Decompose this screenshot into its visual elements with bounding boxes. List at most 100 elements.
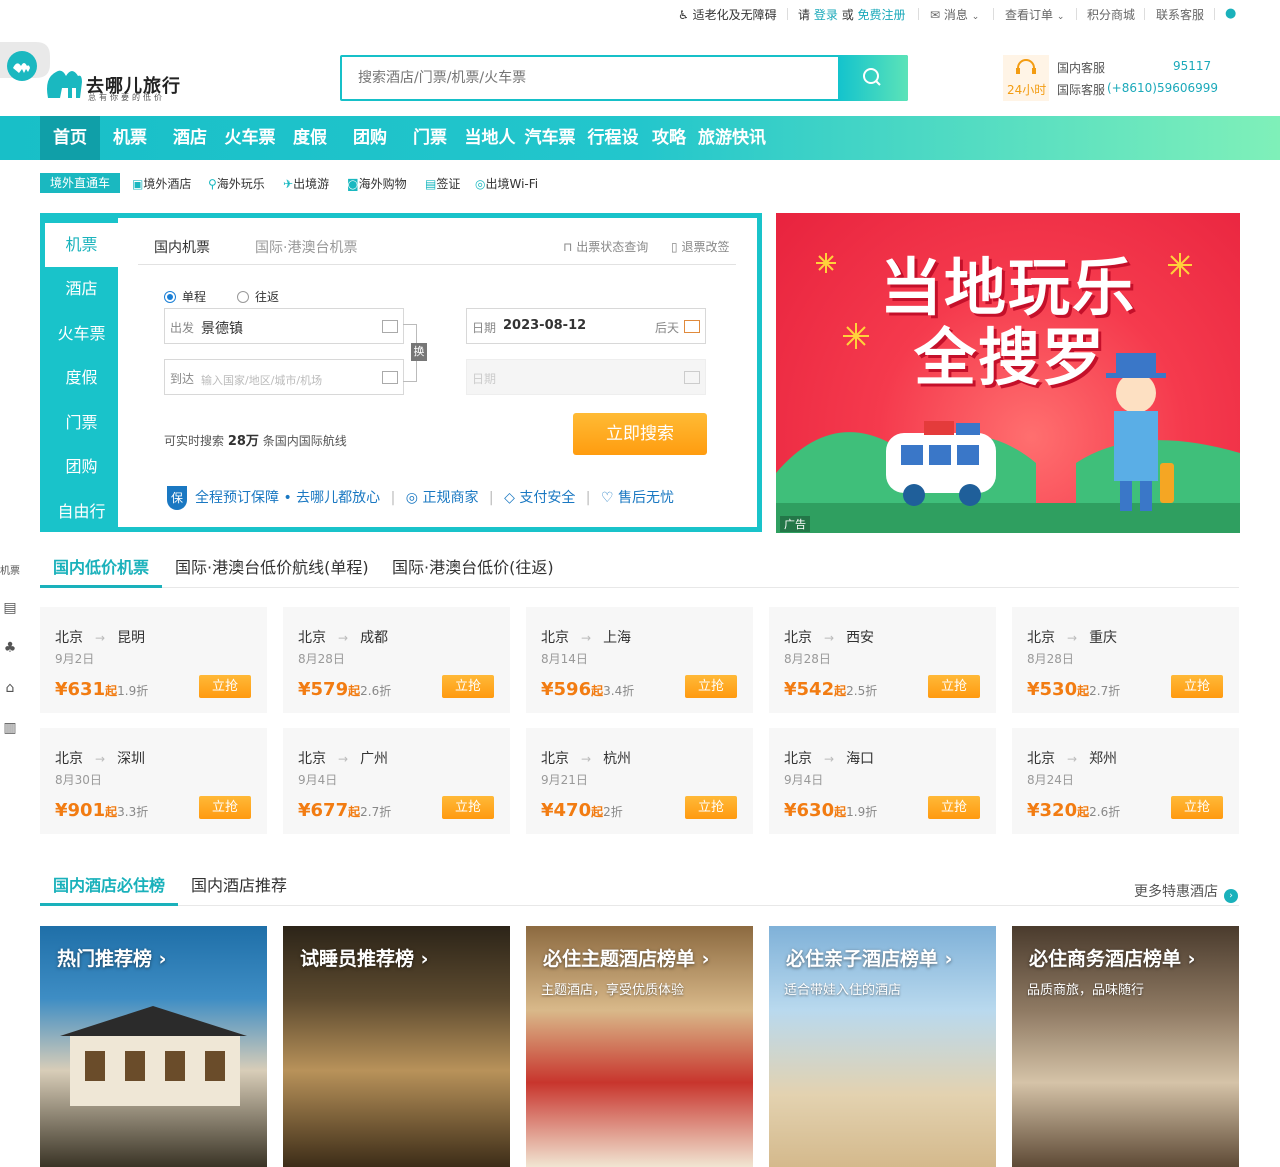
deal-card[interactable]: 北京 → 海口 9月4日 ¥630起1.9折 立抢 <box>769 728 996 834</box>
flight-search-button[interactable]: 立即搜索 <box>573 413 707 455</box>
nav-hotels[interactable]: 酒店 <box>160 116 220 160</box>
book-icon[interactable]: ▥ <box>0 720 20 736</box>
round-trip-radio[interactable]: 往返 <box>237 288 279 305</box>
contact-link[interactable]: 联系客服 <box>1156 6 1204 23</box>
booking-guarantee: 保全程预订保障 • 去哪儿都放心 | ◎ 正规商家 | ◇ 支付安全 | ♡ 售… <box>167 486 674 510</box>
grab-deal-button[interactable]: 立抢 <box>199 675 251 698</box>
grab-deal-button[interactable]: 立抢 <box>442 796 494 819</box>
nav-guides[interactable]: 攻略 <box>646 116 692 160</box>
tab-recommended-hotels[interactable]: 国内酒店推荐 <box>178 874 300 906</box>
grab-deal-button[interactable]: 立抢 <box>685 675 737 698</box>
booking-tab-flights[interactable]: 机票 <box>45 223 118 267</box>
deal-card[interactable]: 北京 → 西安 8月28日 ¥542起2.5折 立抢 <box>769 607 996 713</box>
one-way-radio[interactable]: 单程 <box>164 288 206 305</box>
accessibility-link[interactable]: ♿ 适老化及无障碍 <box>678 6 777 23</box>
palm-tree-icon[interactable]: ♣ <box>0 640 20 656</box>
deal-card[interactable]: 北京 → 上海 8月14日 ¥596起3.4折 立抢 <box>526 607 753 713</box>
hotel-list-family[interactable]: 必住亲子酒店榜单 › 适合带娃入住的酒店 <box>769 926 996 1167</box>
depart-date-field[interactable]: 日期 2023-08-12 后天 <box>466 308 706 344</box>
deal-from: 北京 <box>1027 751 1055 767</box>
deal-discount: 3.3折 <box>117 805 149 819</box>
hotel-list-business[interactable]: 必住商务酒店榜单 › 品质商旅，品味随行 <box>1012 926 1239 1167</box>
deal-card[interactable]: 北京 → 昆明 9月2日 ¥631起1.9折 立抢 <box>40 607 267 713</box>
points-mall-link[interactable]: 积分商城 <box>1087 6 1135 23</box>
more-hotels-link[interactable]: 更多特惠酒店 › <box>1134 881 1238 903</box>
nav-itinerary[interactable]: 行程设计 <box>580 116 646 192</box>
nav-tickets[interactable]: 门票 <box>400 116 460 160</box>
tab-must-stay-hotels[interactable]: 国内酒店必住榜 <box>40 874 179 906</box>
refund-link[interactable]: ▯ 退票改签 <box>671 238 729 255</box>
deal-price: ¥320起2.6折 <box>1027 800 1121 821</box>
grab-deal-button[interactable]: 立抢 <box>442 675 494 698</box>
grab-deal-button[interactable]: 立抢 <box>1171 796 1223 819</box>
nav-flights[interactable]: 机票 <box>100 116 160 160</box>
nav-group-buy[interactable]: 团购 <box>340 116 400 160</box>
deal-card[interactable]: 北京 → 深圳 8月30日 ¥901起3.3折 立抢 <box>40 728 267 834</box>
chevron-down-icon: ⌄ <box>971 12 980 22</box>
ticket-status-link[interactable]: ⊓ 出票状态查询 <box>563 238 648 255</box>
nav-travel-news[interactable]: 旅游快讯 <box>692 116 772 160</box>
hotel-list-popular[interactable]: 热门推荐榜 › <box>40 926 267 1167</box>
subnav-overseas-fun[interactable]: ⚲海外玩乐 <box>208 175 265 192</box>
nav-trains[interactable]: 火车票 <box>220 116 280 160</box>
tab-domestic-deals[interactable]: 国内低价机票 <box>40 556 163 588</box>
messages-menu[interactable]: ✉ 消息 ⌄ <box>930 6 979 23</box>
deal-card[interactable]: 北京 → 广州 9月4日 ¥677起2.7折 立抢 <box>283 728 510 834</box>
person-icon: ⚲ <box>208 177 217 191</box>
hotel-list-icon[interactable]: ▤ <box>0 600 20 616</box>
tab-intl-roundtrip-deals[interactable]: 国际·港澳台低价(往返) <box>379 556 567 588</box>
deal-card[interactable]: 北京 → 杭州 9月21日 ¥470起2折 立抢 <box>526 728 753 834</box>
arrival-field[interactable]: 到达 输入国家/地区/城市/机场 <box>164 359 404 395</box>
heart-icon: ♡ <box>600 490 614 506</box>
return-date-field[interactable]: 日期 <box>466 359 706 395</box>
deal-card[interactable]: 北京 → 重庆 8月28日 ¥530起2.7折 立抢 <box>1012 607 1239 713</box>
booking-tab-tickets[interactable]: 门票 <box>45 401 118 445</box>
city-list-icon[interactable] <box>382 320 398 333</box>
booking-tab-group-buy[interactable]: 团购 <box>45 445 118 489</box>
deal-date: 9月2日 <box>55 652 95 666</box>
grab-deal-button[interactable]: 立抢 <box>928 675 980 698</box>
city-list-icon[interactable] <box>382 371 398 384</box>
booking-tab-free-travel[interactable]: 自由行 <box>45 490 118 534</box>
departure-field[interactable]: 出发 景德镇 <box>164 308 404 344</box>
hotel-list-tester[interactable]: 试睡员推荐榜 › <box>283 926 510 1167</box>
hotel-list-theme[interactable]: 必住主题酒店榜单 › 主题酒店，享受优质体验 <box>526 926 753 1167</box>
booking-tab-trains[interactable]: 火车票 <box>45 312 118 356</box>
deal-card[interactable]: 北京 → 郑州 8月24日 ¥320起2.6折 立抢 <box>1012 728 1239 834</box>
passport-icon: ▤ <box>425 177 437 191</box>
subnav-visa[interactable]: ▤签证 <box>425 175 460 192</box>
tab-intl-oneway-deals[interactable]: 国际·港澳台低价航线(单程) <box>162 556 382 588</box>
nav-home[interactable]: 首页 <box>40 116 100 160</box>
booking-tab-hotels[interactable]: 酒店 <box>45 267 118 311</box>
nav-bus[interactable]: 汽车票 <box>520 116 580 160</box>
promo-banner[interactable]: 当地玩乐 全搜罗 广告 <box>776 213 1240 533</box>
sidebar-flight[interactable]: 机票 <box>0 562 20 577</box>
subnav-outbound-tours[interactable]: ✈出境游 <box>283 175 329 192</box>
deals-tabs: 国内低价机票 国际·港澳台低价航线(单程) 国际·港澳台低价(往返) <box>40 556 1239 588</box>
subnav-wifi[interactable]: ◎出境Wi-Fi <box>475 175 538 192</box>
grab-deal-button[interactable]: 立抢 <box>928 796 980 819</box>
booking-tab-vacation[interactable]: 度假 <box>45 356 118 400</box>
search-button[interactable] <box>838 55 908 101</box>
top-bar: ♿ 适老化及无障碍 请 登录 或 免费注册 ✉ 消息 ⌄ 查看订单 ⌄ 积分商城… <box>0 0 1280 28</box>
deal-card[interactable]: 北京 → 成都 8月28日 ¥579起2.6折 立抢 <box>283 607 510 713</box>
lock-icon: ⊓ <box>563 240 573 254</box>
tab-intl-flights[interactable]: 国际·港澳台机票 <box>255 237 357 257</box>
swap-cities-button[interactable]: 换 <box>411 343 427 361</box>
subnav-shopping[interactable]: ◙海外购物 <box>347 175 407 192</box>
subnav-overseas-hotels[interactable]: ▣境外酒店 <box>132 175 191 192</box>
grab-deal-button[interactable]: 立抢 <box>199 796 251 819</box>
grab-deal-button[interactable]: 立抢 <box>1171 675 1223 698</box>
museum-icon[interactable]: ⌂ <box>0 680 20 696</box>
orders-menu[interactable]: 查看订单 ⌄ <box>1005 6 1064 23</box>
nav-vacation[interactable]: 度假 <box>280 116 340 160</box>
nav-locals[interactable]: 当地人 <box>460 116 520 160</box>
search-input[interactable] <box>344 59 838 97</box>
overseas-tag[interactable]: 境外直通车 <box>40 173 120 193</box>
wechat-icon[interactable]: ● <box>1225 6 1236 21</box>
logo-slogan: 总有你要的低价 <box>88 93 165 102</box>
login-link[interactable]: 登录 <box>814 8 838 22</box>
tab-domestic-flights[interactable]: 国内机票 <box>154 237 210 257</box>
register-link[interactable]: 免费注册 <box>858 8 906 22</box>
grab-deal-button[interactable]: 立抢 <box>685 796 737 819</box>
